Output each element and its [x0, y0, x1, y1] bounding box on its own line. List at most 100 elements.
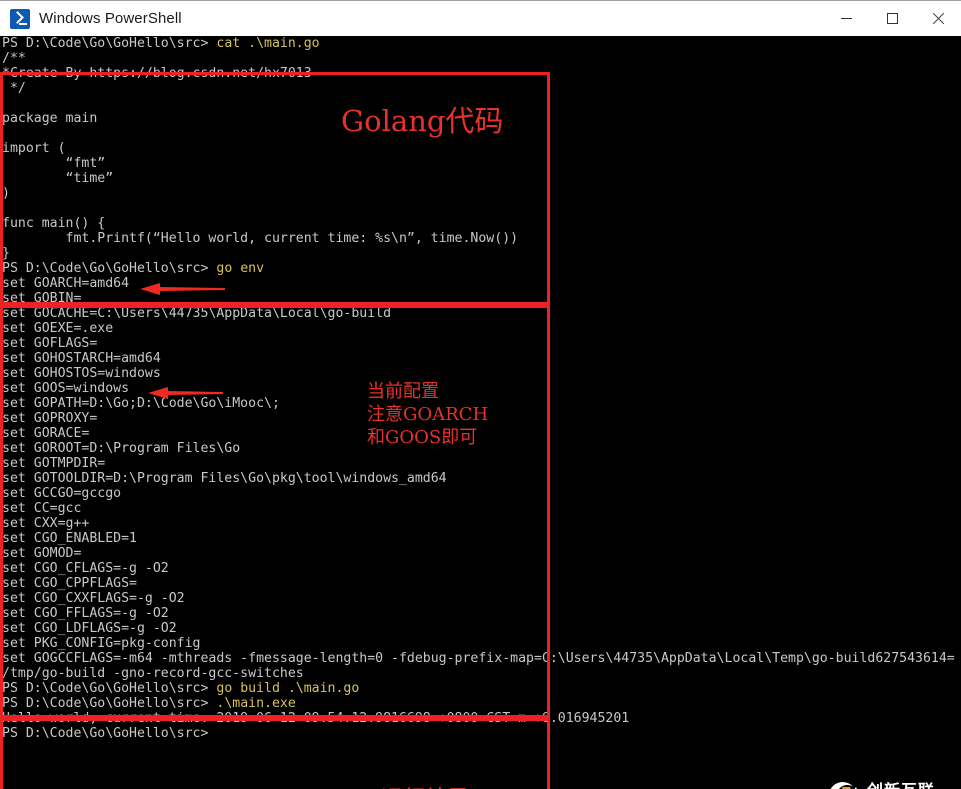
env-line: set GOARCH=amd64 — [2, 276, 955, 291]
console-span: set CXX=g++ — [2, 516, 90, 531]
console-span: Hello world, current time: 2019-06-12 09… — [2, 711, 630, 726]
maximize-button[interactable] — [869, 1, 915, 37]
env-line: set GOBIN= — [2, 291, 955, 306]
console-span: /tmp/go-build -gno-record-gcc-switches — [2, 666, 304, 681]
program-output-line: Hello world, current time: 2019-06-12 09… — [2, 711, 955, 726]
prompt-line-main-exe: PS D:\Code\Go\GoHello\src> .\main.exe — [2, 696, 955, 711]
env-line: set GOHOSTARCH=amd64 — [2, 351, 955, 366]
env-line: set CGO_LDFLAGS=-g -O2 — [2, 621, 955, 636]
console-text: PS D:\Code\Go\GoHello\src> cat .\main.go… — [2, 36, 955, 741]
console-span: set GOFLAGS= — [2, 336, 98, 351]
env-line: set CGO_CPPFLAGS= — [2, 576, 955, 591]
env-line: set GOTMPDIR= — [2, 456, 955, 471]
console-span: } — [2, 246, 10, 261]
console-span: set CGO_CFLAGS=-g -O2 — [2, 561, 169, 576]
prompt-text: PS D:\Code\Go\GoHello\src> — [2, 36, 217, 51]
code-line: *Create By https://blog.csdn.net/hx7013 — [2, 66, 955, 81]
window-title: Windows PowerShell — [39, 10, 182, 27]
code-line: ) — [2, 186, 955, 201]
console-output-area[interactable]: PS D:\Code\Go\GoHello\src> cat .\main.go… — [0, 36, 961, 789]
env-line: set CGO_ENABLED=1 — [2, 531, 955, 546]
console-span: set GOEXE=.exe — [2, 321, 114, 336]
console-span: set GORACE= — [2, 426, 90, 441]
env-line: set GOHOSTOS=windows — [2, 366, 955, 381]
console-span: package main — [2, 111, 98, 126]
console-span: set GOPATH=D:\Go;D:\Code\Go\iMooc\; — [2, 396, 280, 411]
prompt-line-go-env: PS D:\Code\Go\GoHello\src> go env — [2, 261, 955, 276]
code-line: */ — [2, 81, 955, 96]
prompt-text: PS D:\Code\Go\GoHello\src> — [2, 696, 217, 711]
watermark-chinese: 创新互联 — [867, 782, 951, 789]
console-span: set CGO_ENABLED=1 — [2, 531, 137, 546]
console-span: set GOOS=windows — [2, 381, 130, 396]
command-text: cat .\main.go — [216, 36, 320, 51]
console-span: set CGO_FFLAGS=-g -O2 — [2, 606, 169, 621]
env-line: set GOROOT=D:\Program Files\Go — [2, 441, 955, 456]
env-line: set CGO_FFLAGS=-g -O2 — [2, 606, 955, 621]
env-line: set CXX=g++ — [2, 516, 955, 531]
console-span: set GOTMPDIR= — [2, 456, 106, 471]
prompt-line-cat: PS D:\Code\Go\GoHello\src> cat .\main.go — [2, 36, 955, 51]
env-line: set GOOS=windows — [2, 381, 955, 396]
watermark-logo-icon — [830, 782, 857, 789]
minimize-button[interactable] — [823, 1, 869, 37]
console-span: “time” — [2, 171, 114, 186]
console-span: set GOMOD= — [2, 546, 82, 561]
env-line: set GOTOOLDIR=D:\Program Files\Go\pkg\to… — [2, 471, 955, 486]
watermark: 创新互联 CHUANG XIN HU LIAN — [826, 776, 954, 789]
console-span: set GOARCH=amd64 — [2, 276, 130, 291]
code-line: func main() { — [2, 216, 955, 231]
env-line: set CGO_CXXFLAGS=-g -O2 — [2, 591, 955, 606]
console-span: ) — [2, 186, 10, 201]
console-span: *Create By https://blog.csdn.net/hx7013 — [2, 66, 312, 81]
console-span: set GOGCCFLAGS=-m64 -mthreads -fmessage-… — [2, 651, 955, 666]
env-line: set GORACE= — [2, 426, 955, 441]
prompt-text: PS D:\Code\Go\GoHello\src> — [2, 681, 217, 696]
code-line: /** — [2, 51, 955, 66]
console-span: */ — [2, 81, 26, 96]
annotation-label-run-result: 运行结果 — [381, 781, 469, 789]
prompt-text: PS D:\Code\Go\GoHello\src> — [2, 261, 217, 276]
prompt-text: PS D:\Code\Go\GoHello\src> — [2, 726, 209, 741]
title-bar: Windows PowerShell — [0, 0, 961, 36]
env-line: set PKG_CONFIG=pkg-config — [2, 636, 955, 651]
env-line: set GOPROXY= — [2, 411, 955, 426]
code-line: “fmt” — [2, 156, 955, 171]
prompt-line-final: PS D:\Code\Go\GoHello\src> — [2, 726, 955, 741]
console-span: set CGO_LDFLAGS=-g -O2 — [2, 621, 177, 636]
env-line: set GCCGO=gccgo — [2, 486, 955, 501]
console-span: set GOBIN= — [2, 291, 82, 306]
powershell-window: Windows PowerShell PS D:\Code\Go\GoHello… — [0, 0, 961, 789]
console-span: set CGO_CPPFLAGS= — [2, 576, 137, 591]
console-span: set CGO_CXXFLAGS=-g -O2 — [2, 591, 185, 606]
window-controls — [823, 1, 961, 37]
console-span: set GOHOSTARCH=amd64 — [2, 351, 161, 366]
command-text: .\main.exe — [216, 696, 296, 711]
console-span: set GOROOT=D:\Program Files\Go — [2, 441, 241, 456]
watermark-text: 创新互联 CHUANG XIN HU LIAN — [867, 782, 951, 789]
console-span: set GOHOSTOS=windows — [2, 366, 161, 381]
prompt-line-go-build: PS D:\Code\Go\GoHello\src> go build .\ma… — [2, 681, 955, 696]
console-span: set CC=gcc — [2, 501, 82, 516]
code-line: “time” — [2, 171, 955, 186]
env-line: set GOEXE=.exe — [2, 321, 955, 336]
console-span: import ( — [2, 141, 66, 156]
console-span: “fmt” — [2, 156, 106, 171]
env-line: set GOCACHE=C:\Users\44735\AppData\Local… — [2, 306, 955, 321]
console-span: set GOPROXY= — [2, 411, 98, 426]
console-span: func main() { — [2, 216, 106, 231]
command-text: go build .\main.go — [216, 681, 360, 696]
console-span: fmt.Printf(“Hello world, current time: %… — [2, 231, 519, 246]
console-span: set PKG_CONFIG=pkg-config — [2, 636, 201, 651]
close-button[interactable] — [915, 1, 961, 37]
powershell-underline-glyph — [19, 22, 27, 25]
maximize-icon — [886, 13, 898, 24]
env-line: set CC=gcc — [2, 501, 955, 516]
console-span: /** — [2, 51, 26, 66]
console-span: set GCCGO=gccgo — [2, 486, 122, 501]
env-line: set GOMOD= — [2, 546, 955, 561]
env-line: set GOFLAGS= — [2, 336, 955, 351]
